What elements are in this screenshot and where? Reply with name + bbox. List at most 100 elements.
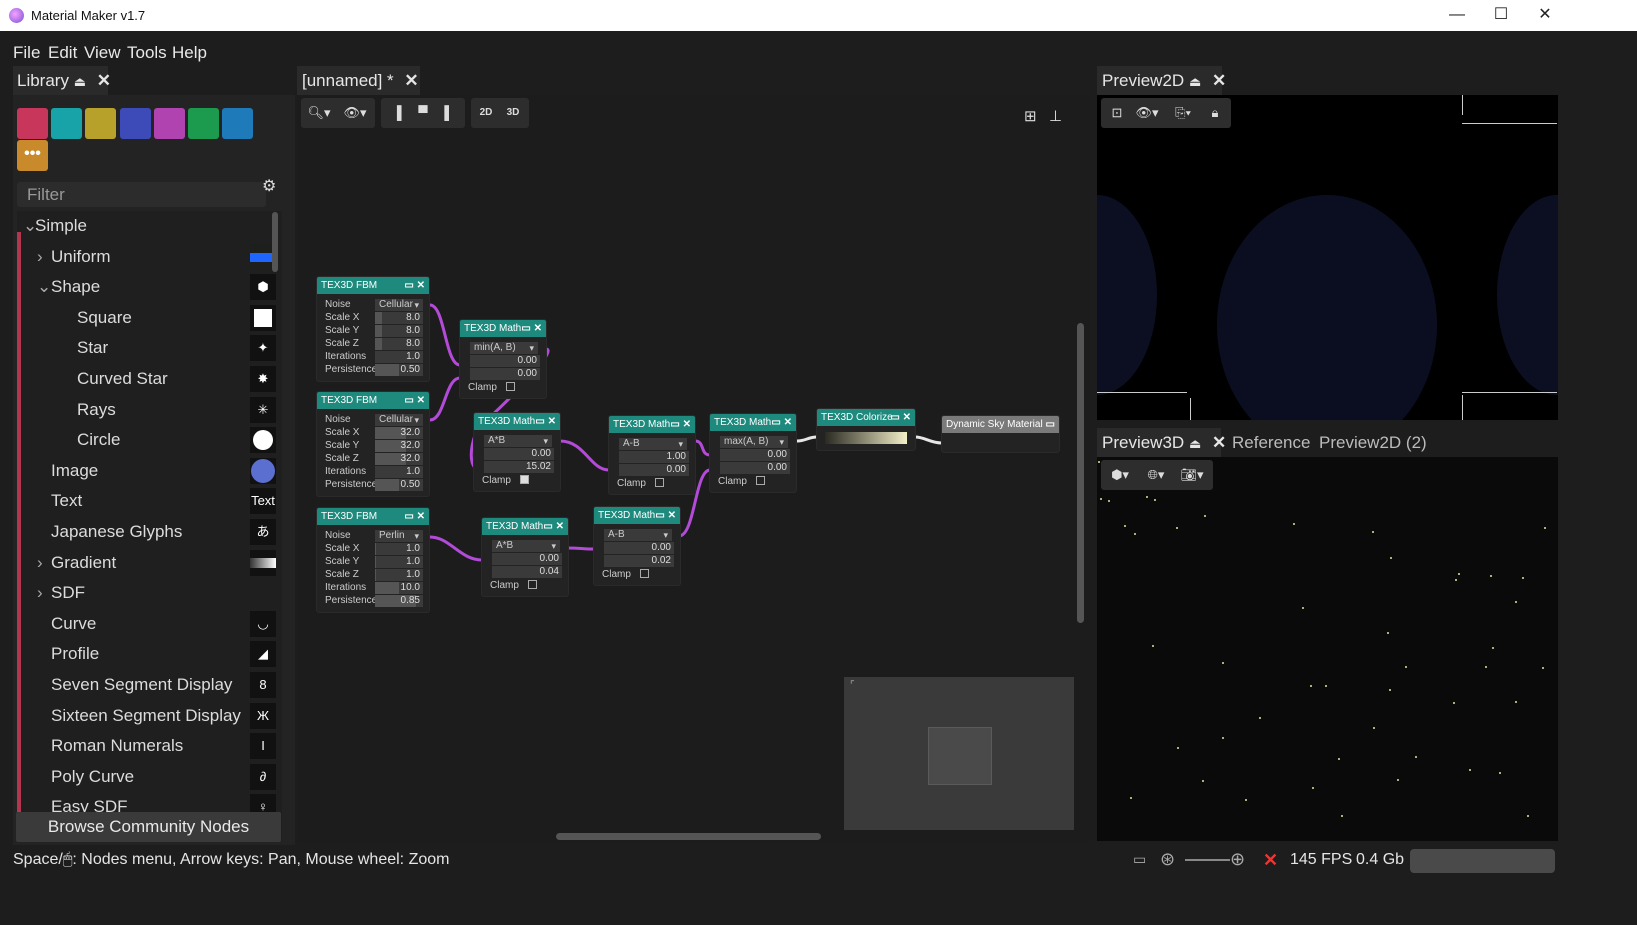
value-slider[interactable]: 0.00 [470,355,540,367]
node-title[interactable]: TEX3D Math ▭ ✕ [710,414,796,431]
node-title[interactable]: TEX3D FBM ▭ ✕ [317,277,429,294]
operation-dropdown[interactable]: A*B [492,540,560,552]
value-slider[interactable]: 0.00 [492,553,562,565]
param-slider[interactable]: 1.0 [375,569,423,581]
preview2d-2-tab[interactable]: Preview2D (2) [1319,433,1427,453]
graph-vertical-scrollbar[interactable] [1077,323,1084,623]
close-preview2d-icon[interactable]: ✕ [1212,71,1226,90]
render-slider[interactable] [1185,859,1230,861]
node-close-icon[interactable]: ▭ ✕ [670,416,691,433]
node-close-icon[interactable]: ▭ ✕ [404,392,425,409]
value-slider[interactable]: 0.00 [470,368,540,380]
node-close-icon[interactable]: ▭ ✕ [404,277,425,294]
param-slider[interactable]: 1.0 [375,556,423,568]
node-fbm3[interactable]: TEX3D FBM▭ ✕NoisePerlinScale X1.0Scale Y… [317,508,429,612]
node-output[interactable]: Dynamic Sky Material ▭ [942,416,1059,452]
node-colorize[interactable]: TEX3D Colorize ▭ ✕ [817,409,915,450]
operation-dropdown[interactable]: max(A, B) [720,436,788,448]
node-math4[interactable]: TEX3D Math▭ ✕ A-B1.00 0.00 Clamp [609,416,695,494]
node-title[interactable]: TEX3D Math ▭ ✕ [460,320,546,337]
clamp-checkbox[interactable] [640,568,649,578]
view-mode-icon[interactable]: 👁▾ [1131,98,1163,128]
render-icon[interactable]: ⊛ [1160,849,1175,870]
param-slider[interactable]: 32.0 [375,440,423,452]
param-slider[interactable]: 8.0 [375,312,423,324]
node-title[interactable]: TEX3D Colorize ▭ ✕ [817,409,915,426]
value-slider[interactable]: 0.00 [604,542,674,554]
node-math6[interactable]: TEX3D Math▭ ✕max(A, B)0.000.00Clamp [710,414,796,492]
error-icon[interactable]: ✕ [1263,850,1278,871]
globe-icon[interactable]: ⊕ [1230,849,1245,870]
preview3d-tab-label[interactable]: Preview3D [1102,433,1184,452]
operation-dropdown[interactable]: A-B [619,438,687,450]
node-math2[interactable]: TEX3D Math▭ ✕ A*B0.00 15.02 Clamp [474,413,560,491]
param-slider[interactable]: 1.0 [375,466,423,478]
operation-dropdown[interactable]: A-B [604,529,672,541]
node-close-icon[interactable]: ▭ ✕ [404,508,425,525]
clamp-checkbox[interactable] [506,381,515,391]
param-slider[interactable]: 0.50 [375,364,423,376]
node-math1[interactable]: TEX3D Math▭ ✕min(A, B)0.000.00Clamp [460,320,546,398]
node-math3[interactable]: TEX3D Math▭ ✕ A*B0.00 0.04 Clamp [482,518,568,596]
param-slider[interactable]: 32.0 [375,453,423,465]
graph-horizontal-scrollbar[interactable] [556,833,821,840]
param-slider[interactable]: 32.0 [375,427,423,439]
node-title[interactable]: TEX3D FBM ▭ ✕ [317,508,429,525]
reset-view-icon[interactable]: ⊡ [1103,98,1131,128]
minimap-corner-icon[interactable]: ⌜ [850,680,855,691]
camera-icon[interactable]: 📷︎▾ [1175,460,1209,490]
node-close-icon[interactable]: ▭ ✕ [521,320,542,337]
clamp-checkbox[interactable] [655,477,664,487]
param-slider[interactable]: 8.0 [375,338,423,350]
value-slider[interactable]: 0.00 [484,448,554,460]
node-close-icon[interactable]: ▭ [1046,416,1055,433]
noise-dropdown[interactable]: Perlin [375,530,423,542]
node-close-icon[interactable]: ▭ ✕ [535,413,556,430]
node-title[interactable]: TEX3D FBM ▭ ✕ [317,392,429,409]
param-slider[interactable]: 0.85 [375,595,423,607]
noise-dropdown[interactable]: Cellular [375,414,423,426]
param-slider[interactable]: 1.0 [375,543,423,555]
clamp-checkbox[interactable] [756,475,765,485]
value-slider[interactable]: 0.04 [492,566,562,578]
value-slider[interactable]: 0.00 [720,449,790,461]
value-slider[interactable]: 1.00 [619,451,689,463]
panel-icon[interactable]: ▭ [1133,851,1146,868]
undock-icon[interactable]: ⏏ [1189,436,1201,451]
param-slider[interactable]: 1.0 [375,351,423,363]
close-preview3d-icon[interactable]: ✕ [1212,433,1226,452]
preview3d-viewport[interactable] [1097,457,1558,841]
node-title[interactable]: Dynamic Sky Material ▭ [942,416,1059,433]
node-math5[interactable]: TEX3D Math▭ ✕ A-B0.00 0.02 Clamp [594,507,680,585]
node-fbm2[interactable]: TEX3D FBM▭ ✕NoiseCellularScale X32.0Scal… [317,392,429,496]
node-close-icon[interactable]: ▭ ✕ [890,409,911,426]
value-slider[interactable]: 15.02 [484,461,554,473]
gradient-editor[interactable] [825,432,907,444]
node-title[interactable]: TEX3D Math ▭ ✕ [594,507,680,524]
environment-icon[interactable]: 🌐︎▾ [1139,460,1173,490]
value-slider[interactable]: 0.00 [720,462,790,474]
preview2d-tab-label[interactable]: Preview2D [1102,71,1184,90]
node-title[interactable]: TEX3D Math ▭ ✕ [609,416,695,433]
model-icon[interactable]: ⬢▾ [1103,460,1137,490]
operation-dropdown[interactable]: A*B [484,435,552,447]
undock-icon[interactable]: ⏏ [1189,74,1201,89]
node-title[interactable]: TEX3D Math ▭ ✕ [474,413,560,430]
minimap-viewport[interactable] [928,727,992,785]
clamp-checkbox[interactable] [528,579,537,589]
node-title[interactable]: TEX3D Math ▭ ✕ [482,518,568,535]
noise-dropdown[interactable]: Cellular [375,299,423,311]
value-slider[interactable]: 0.00 [619,464,689,476]
export-icon[interactable]: ⎘▾ [1167,98,1199,128]
node-close-icon[interactable]: ▭ ✕ [543,518,564,535]
lock-icon[interactable]: 🔒︎ [1201,98,1229,128]
preview2d-viewport[interactable] [1097,95,1558,420]
reference-tab[interactable]: Reference [1232,433,1310,453]
node-fbm1[interactable]: TEX3D FBM▭ ✕NoiseCellularScale X8.0Scale… [317,277,429,381]
node-close-icon[interactable]: ▭ ✕ [655,507,676,524]
param-slider[interactable]: 0.50 [375,479,423,491]
graph-minimap[interactable]: ⌜ [844,677,1074,830]
value-slider[interactable]: 0.02 [604,555,674,567]
clamp-checkbox[interactable] [520,474,529,484]
operation-dropdown[interactable]: min(A, B) [470,342,538,354]
